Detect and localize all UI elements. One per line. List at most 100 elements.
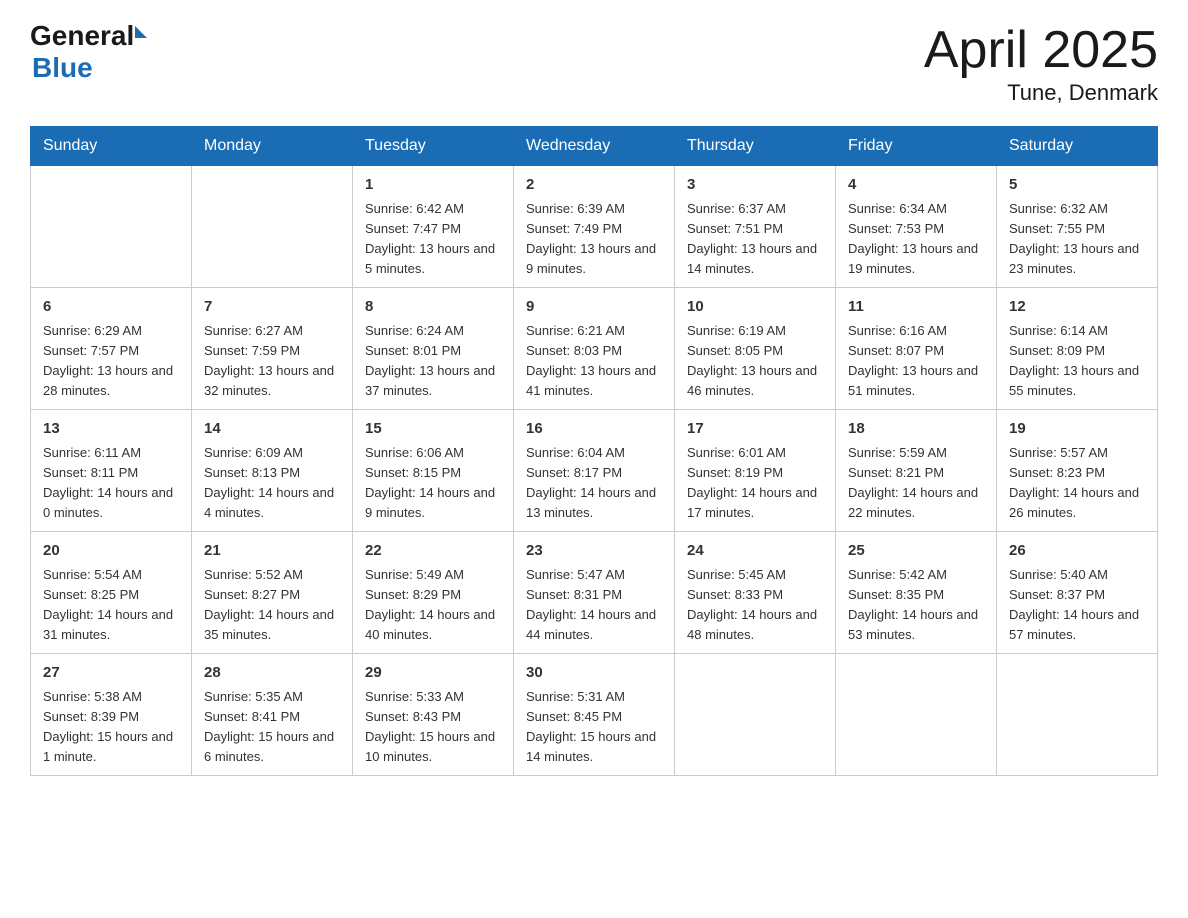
weekday-header-friday: Friday xyxy=(836,127,997,166)
day-info: Sunrise: 5:52 AMSunset: 8:27 PMDaylight:… xyxy=(204,565,340,646)
day-number: 6 xyxy=(43,296,179,319)
calendar-cell: 23Sunrise: 5:47 AMSunset: 8:31 PMDayligh… xyxy=(514,532,675,654)
day-info: Sunrise: 6:14 AMSunset: 8:09 PMDaylight:… xyxy=(1009,321,1145,402)
day-number: 21 xyxy=(204,540,340,563)
day-info: Sunrise: 5:42 AMSunset: 8:35 PMDaylight:… xyxy=(848,565,984,646)
calendar-cell: 12Sunrise: 6:14 AMSunset: 8:09 PMDayligh… xyxy=(997,288,1158,410)
calendar-cell: 5Sunrise: 6:32 AMSunset: 7:55 PMDaylight… xyxy=(997,166,1158,288)
day-number: 23 xyxy=(526,540,662,563)
calendar-cell: 17Sunrise: 6:01 AMSunset: 8:19 PMDayligh… xyxy=(675,410,836,532)
calendar-cell: 18Sunrise: 5:59 AMSunset: 8:21 PMDayligh… xyxy=(836,410,997,532)
day-info: Sunrise: 5:47 AMSunset: 8:31 PMDaylight:… xyxy=(526,565,662,646)
calendar-cell xyxy=(836,654,997,776)
calendar-cell: 3Sunrise: 6:37 AMSunset: 7:51 PMDaylight… xyxy=(675,166,836,288)
day-number: 13 xyxy=(43,418,179,441)
day-info: Sunrise: 5:45 AMSunset: 8:33 PMDaylight:… xyxy=(687,565,823,646)
day-number: 26 xyxy=(1009,540,1145,563)
calendar-cell: 27Sunrise: 5:38 AMSunset: 8:39 PMDayligh… xyxy=(31,654,192,776)
calendar-cell: 2Sunrise: 6:39 AMSunset: 7:49 PMDaylight… xyxy=(514,166,675,288)
logo-triangle-icon xyxy=(135,26,147,38)
calendar-cell: 13Sunrise: 6:11 AMSunset: 8:11 PMDayligh… xyxy=(31,410,192,532)
day-info: Sunrise: 6:29 AMSunset: 7:57 PMDaylight:… xyxy=(43,321,179,402)
day-info: Sunrise: 6:04 AMSunset: 8:17 PMDaylight:… xyxy=(526,443,662,524)
day-info: Sunrise: 5:59 AMSunset: 8:21 PMDaylight:… xyxy=(848,443,984,524)
day-number: 4 xyxy=(848,174,984,197)
weekday-header-sunday: Sunday xyxy=(31,127,192,166)
calendar-cell: 4Sunrise: 6:34 AMSunset: 7:53 PMDaylight… xyxy=(836,166,997,288)
day-info: Sunrise: 6:19 AMSunset: 8:05 PMDaylight:… xyxy=(687,321,823,402)
day-number: 19 xyxy=(1009,418,1145,441)
day-info: Sunrise: 6:37 AMSunset: 7:51 PMDaylight:… xyxy=(687,199,823,280)
day-number: 7 xyxy=(204,296,340,319)
calendar-cell: 14Sunrise: 6:09 AMSunset: 8:13 PMDayligh… xyxy=(192,410,353,532)
day-info: Sunrise: 6:21 AMSunset: 8:03 PMDaylight:… xyxy=(526,321,662,402)
calendar-cell xyxy=(31,166,192,288)
calendar-cell: 22Sunrise: 5:49 AMSunset: 8:29 PMDayligh… xyxy=(353,532,514,654)
day-number: 5 xyxy=(1009,174,1145,197)
day-info: Sunrise: 5:38 AMSunset: 8:39 PMDaylight:… xyxy=(43,687,179,768)
page-header: General Blue April 2025 Tune, Denmark xyxy=(30,20,1158,106)
day-info: Sunrise: 6:09 AMSunset: 8:13 PMDaylight:… xyxy=(204,443,340,524)
day-info: Sunrise: 6:34 AMSunset: 7:53 PMDaylight:… xyxy=(848,199,984,280)
day-info: Sunrise: 6:11 AMSunset: 8:11 PMDaylight:… xyxy=(43,443,179,524)
day-number: 20 xyxy=(43,540,179,563)
day-info: Sunrise: 5:35 AMSunset: 8:41 PMDaylight:… xyxy=(204,687,340,768)
day-number: 27 xyxy=(43,662,179,685)
logo-general-text: General xyxy=(30,20,134,52)
title-section: April 2025 Tune, Denmark xyxy=(924,20,1158,106)
calendar-cell: 1Sunrise: 6:42 AMSunset: 7:47 PMDaylight… xyxy=(353,166,514,288)
week-row-1: 1Sunrise: 6:42 AMSunset: 7:47 PMDaylight… xyxy=(31,166,1158,288)
calendar-cell: 26Sunrise: 5:40 AMSunset: 8:37 PMDayligh… xyxy=(997,532,1158,654)
logo-blue-text: Blue xyxy=(32,52,93,83)
day-info: Sunrise: 5:31 AMSunset: 8:45 PMDaylight:… xyxy=(526,687,662,768)
day-number: 28 xyxy=(204,662,340,685)
calendar-cell: 25Sunrise: 5:42 AMSunset: 8:35 PMDayligh… xyxy=(836,532,997,654)
day-number: 18 xyxy=(848,418,984,441)
calendar-cell: 24Sunrise: 5:45 AMSunset: 8:33 PMDayligh… xyxy=(675,532,836,654)
day-number: 22 xyxy=(365,540,501,563)
calendar-cell: 9Sunrise: 6:21 AMSunset: 8:03 PMDaylight… xyxy=(514,288,675,410)
calendar-cell: 8Sunrise: 6:24 AMSunset: 8:01 PMDaylight… xyxy=(353,288,514,410)
day-number: 12 xyxy=(1009,296,1145,319)
day-info: Sunrise: 5:54 AMSunset: 8:25 PMDaylight:… xyxy=(43,565,179,646)
weekday-header-tuesday: Tuesday xyxy=(353,127,514,166)
month-title: April 2025 xyxy=(924,20,1158,80)
weekday-header-monday: Monday xyxy=(192,127,353,166)
calendar-cell xyxy=(192,166,353,288)
location: Tune, Denmark xyxy=(924,80,1158,106)
weekday-header-thursday: Thursday xyxy=(675,127,836,166)
calendar-cell: 29Sunrise: 5:33 AMSunset: 8:43 PMDayligh… xyxy=(353,654,514,776)
day-info: Sunrise: 6:39 AMSunset: 7:49 PMDaylight:… xyxy=(526,199,662,280)
calendar-table: SundayMondayTuesdayWednesdayThursdayFrid… xyxy=(30,126,1158,776)
day-info: Sunrise: 6:32 AMSunset: 7:55 PMDaylight:… xyxy=(1009,199,1145,280)
day-number: 11 xyxy=(848,296,984,319)
calendar-cell: 10Sunrise: 6:19 AMSunset: 8:05 PMDayligh… xyxy=(675,288,836,410)
weekday-header-row: SundayMondayTuesdayWednesdayThursdayFrid… xyxy=(31,127,1158,166)
day-number: 1 xyxy=(365,174,501,197)
week-row-2: 6Sunrise: 6:29 AMSunset: 7:57 PMDaylight… xyxy=(31,288,1158,410)
weekday-header-saturday: Saturday xyxy=(997,127,1158,166)
day-number: 16 xyxy=(526,418,662,441)
day-info: Sunrise: 6:24 AMSunset: 8:01 PMDaylight:… xyxy=(365,321,501,402)
calendar-cell: 20Sunrise: 5:54 AMSunset: 8:25 PMDayligh… xyxy=(31,532,192,654)
day-info: Sunrise: 5:49 AMSunset: 8:29 PMDaylight:… xyxy=(365,565,501,646)
calendar-cell: 6Sunrise: 6:29 AMSunset: 7:57 PMDaylight… xyxy=(31,288,192,410)
day-number: 9 xyxy=(526,296,662,319)
day-info: Sunrise: 5:33 AMSunset: 8:43 PMDaylight:… xyxy=(365,687,501,768)
calendar-cell: 7Sunrise: 6:27 AMSunset: 7:59 PMDaylight… xyxy=(192,288,353,410)
day-info: Sunrise: 6:42 AMSunset: 7:47 PMDaylight:… xyxy=(365,199,501,280)
day-number: 2 xyxy=(526,174,662,197)
day-number: 10 xyxy=(687,296,823,319)
day-info: Sunrise: 6:27 AMSunset: 7:59 PMDaylight:… xyxy=(204,321,340,402)
day-info: Sunrise: 6:01 AMSunset: 8:19 PMDaylight:… xyxy=(687,443,823,524)
week-row-3: 13Sunrise: 6:11 AMSunset: 8:11 PMDayligh… xyxy=(31,410,1158,532)
week-row-5: 27Sunrise: 5:38 AMSunset: 8:39 PMDayligh… xyxy=(31,654,1158,776)
day-info: Sunrise: 6:16 AMSunset: 8:07 PMDaylight:… xyxy=(848,321,984,402)
day-number: 24 xyxy=(687,540,823,563)
day-info: Sunrise: 5:40 AMSunset: 8:37 PMDaylight:… xyxy=(1009,565,1145,646)
calendar-cell: 28Sunrise: 5:35 AMSunset: 8:41 PMDayligh… xyxy=(192,654,353,776)
calendar-cell: 15Sunrise: 6:06 AMSunset: 8:15 PMDayligh… xyxy=(353,410,514,532)
calendar-cell: 19Sunrise: 5:57 AMSunset: 8:23 PMDayligh… xyxy=(997,410,1158,532)
calendar-cell: 30Sunrise: 5:31 AMSunset: 8:45 PMDayligh… xyxy=(514,654,675,776)
day-number: 14 xyxy=(204,418,340,441)
